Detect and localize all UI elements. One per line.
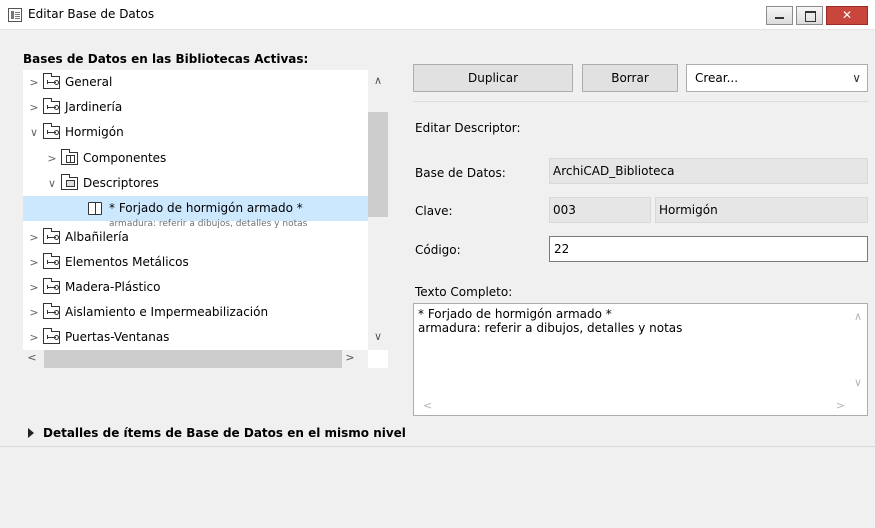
tree-item[interactable]: * Forjado de hormigón armado * armadura: …: [23, 196, 368, 229]
scroll-down-icon[interactable]: ∨: [368, 330, 388, 343]
collapsed-chevron-icon[interactable]: >: [28, 275, 40, 300]
code-input[interactable]: 22: [549, 236, 868, 262]
expand-triangle-icon[interactable]: [28, 428, 34, 438]
tree-item-label: Albañilería: [65, 230, 129, 244]
tree-item[interactable]: > Jardinería: [23, 95, 368, 120]
tree-item-label: Puertas-Ventanas: [65, 330, 170, 344]
key-folder-icon: [43, 253, 60, 269]
tree-item-label: Componentes: [83, 151, 167, 165]
key-label: Clave:: [415, 204, 453, 218]
tree-item-label: Hormigón: [65, 125, 124, 139]
tree-item[interactable]: > Puertas-Ventanas: [23, 325, 368, 350]
database-label: Base de Datos:: [415, 166, 506, 180]
database-tree[interactable]: > General > Jardinería ∨ Hormigón > Componentes…: [23, 70, 388, 368]
details-divider: [0, 446, 875, 447]
expanded-chevron-icon[interactable]: ∨: [28, 120, 40, 145]
active-libraries-label: Bases de Datos en las Bibliotecas Activa…: [23, 52, 309, 66]
scroll-right-icon[interactable]: >: [344, 351, 356, 364]
create-dropdown-value: Crear...: [695, 71, 739, 85]
components-folder-icon: [61, 149, 78, 165]
full-text-label: Texto Completo:: [415, 285, 513, 299]
key-name-field: Hormigón: [655, 197, 868, 223]
tree-item[interactable]: ∨ Hormigón: [23, 120, 368, 145]
divider: [413, 101, 868, 102]
text-scroll-left-icon[interactable]: <: [423, 399, 432, 412]
close-button[interactable]: ✕: [826, 6, 868, 25]
full-text-content[interactable]: * Forjado de hormigón armado * armadura:…: [418, 307, 682, 335]
tree-item[interactable]: > Aislamiento e Impermeabilización: [23, 300, 368, 325]
text-scroll-right-icon[interactable]: >: [836, 399, 845, 412]
expanded-chevron-icon[interactable]: ∨: [46, 171, 58, 196]
create-dropdown[interactable]: Crear... ∨: [686, 64, 868, 92]
tree-horizontal-scroll-thumb[interactable]: [44, 350, 342, 368]
collapsed-chevron-icon[interactable]: >: [28, 95, 40, 120]
key-folder-icon: [43, 98, 60, 114]
maximize-button[interactable]: [796, 6, 823, 25]
same-level-details-toggle[interactable]: Detalles de ítems de Base de Datos en el…: [43, 426, 406, 440]
tree-item-label: General: [65, 75, 113, 89]
tree-item[interactable]: > Madera-Plástico: [23, 275, 368, 300]
duplicate-button[interactable]: Duplicar: [413, 64, 573, 92]
tree-item[interactable]: ∨ Descriptores: [23, 171, 368, 196]
key-folder-icon: [43, 73, 60, 89]
scroll-up-icon[interactable]: ∧: [368, 74, 388, 87]
collapsed-chevron-icon[interactable]: >: [46, 146, 58, 171]
text-scroll-down-icon[interactable]: ∨: [854, 376, 862, 389]
database-field: ArchiCAD_Biblioteca: [549, 158, 868, 184]
edit-database-window: Editar Base de Datos ✕ Bases de Datos en…: [0, 0, 875, 528]
tree-item-label: Elementos Metálicos: [65, 255, 189, 269]
close-icon: ✕: [841, 8, 853, 22]
delete-button[interactable]: Borrar: [582, 64, 678, 92]
collapsed-chevron-icon[interactable]: >: [28, 225, 40, 250]
key-folder-icon: [43, 303, 60, 319]
key-folder-icon: [43, 123, 60, 139]
key-folder-icon: [43, 278, 60, 294]
key-folder-icon: [43, 328, 60, 344]
descriptors-folder-icon: [61, 174, 78, 190]
tree-item-label: Aislamiento e Impermeabilización: [65, 305, 269, 319]
window-title: Editar Base de Datos: [28, 7, 155, 21]
chevron-down-icon: ∨: [852, 71, 861, 85]
collapsed-chevron-icon[interactable]: >: [28, 325, 40, 350]
text-scroll-up-icon[interactable]: ∧: [854, 310, 862, 323]
title-bar[interactable]: Editar Base de Datos ✕: [0, 0, 875, 30]
scroll-left-icon[interactable]: <: [26, 351, 38, 364]
tree-item-label: Descriptores: [83, 176, 159, 190]
tree-item-label: Madera-Plástico: [65, 280, 161, 294]
tree-vertical-scroll-thumb[interactable]: [368, 112, 388, 217]
tree-item[interactable]: > Elementos Metálicos: [23, 250, 368, 275]
collapsed-chevron-icon[interactable]: >: [28, 250, 40, 275]
full-text-area[interactable]: * Forjado de hormigón armado * armadura:…: [413, 303, 868, 416]
tree-item[interactable]: > Albañilería: [23, 225, 368, 250]
key-code-field: 003: [549, 197, 651, 223]
collapsed-chevron-icon[interactable]: >: [28, 70, 40, 95]
minimize-button[interactable]: [766, 6, 793, 25]
code-label: Código:: [415, 243, 461, 257]
book-icon: [88, 202, 102, 215]
tree-item[interactable]: > Componentes: [23, 146, 368, 171]
tree-item-label: Jardinería: [65, 100, 123, 114]
key-folder-icon: [43, 228, 60, 244]
database-window-icon: [8, 8, 22, 22]
collapsed-chevron-icon[interactable]: >: [28, 300, 40, 325]
edit-descriptor-label: Editar Descriptor:: [415, 121, 521, 135]
tree-item[interactable]: > General: [23, 70, 368, 95]
